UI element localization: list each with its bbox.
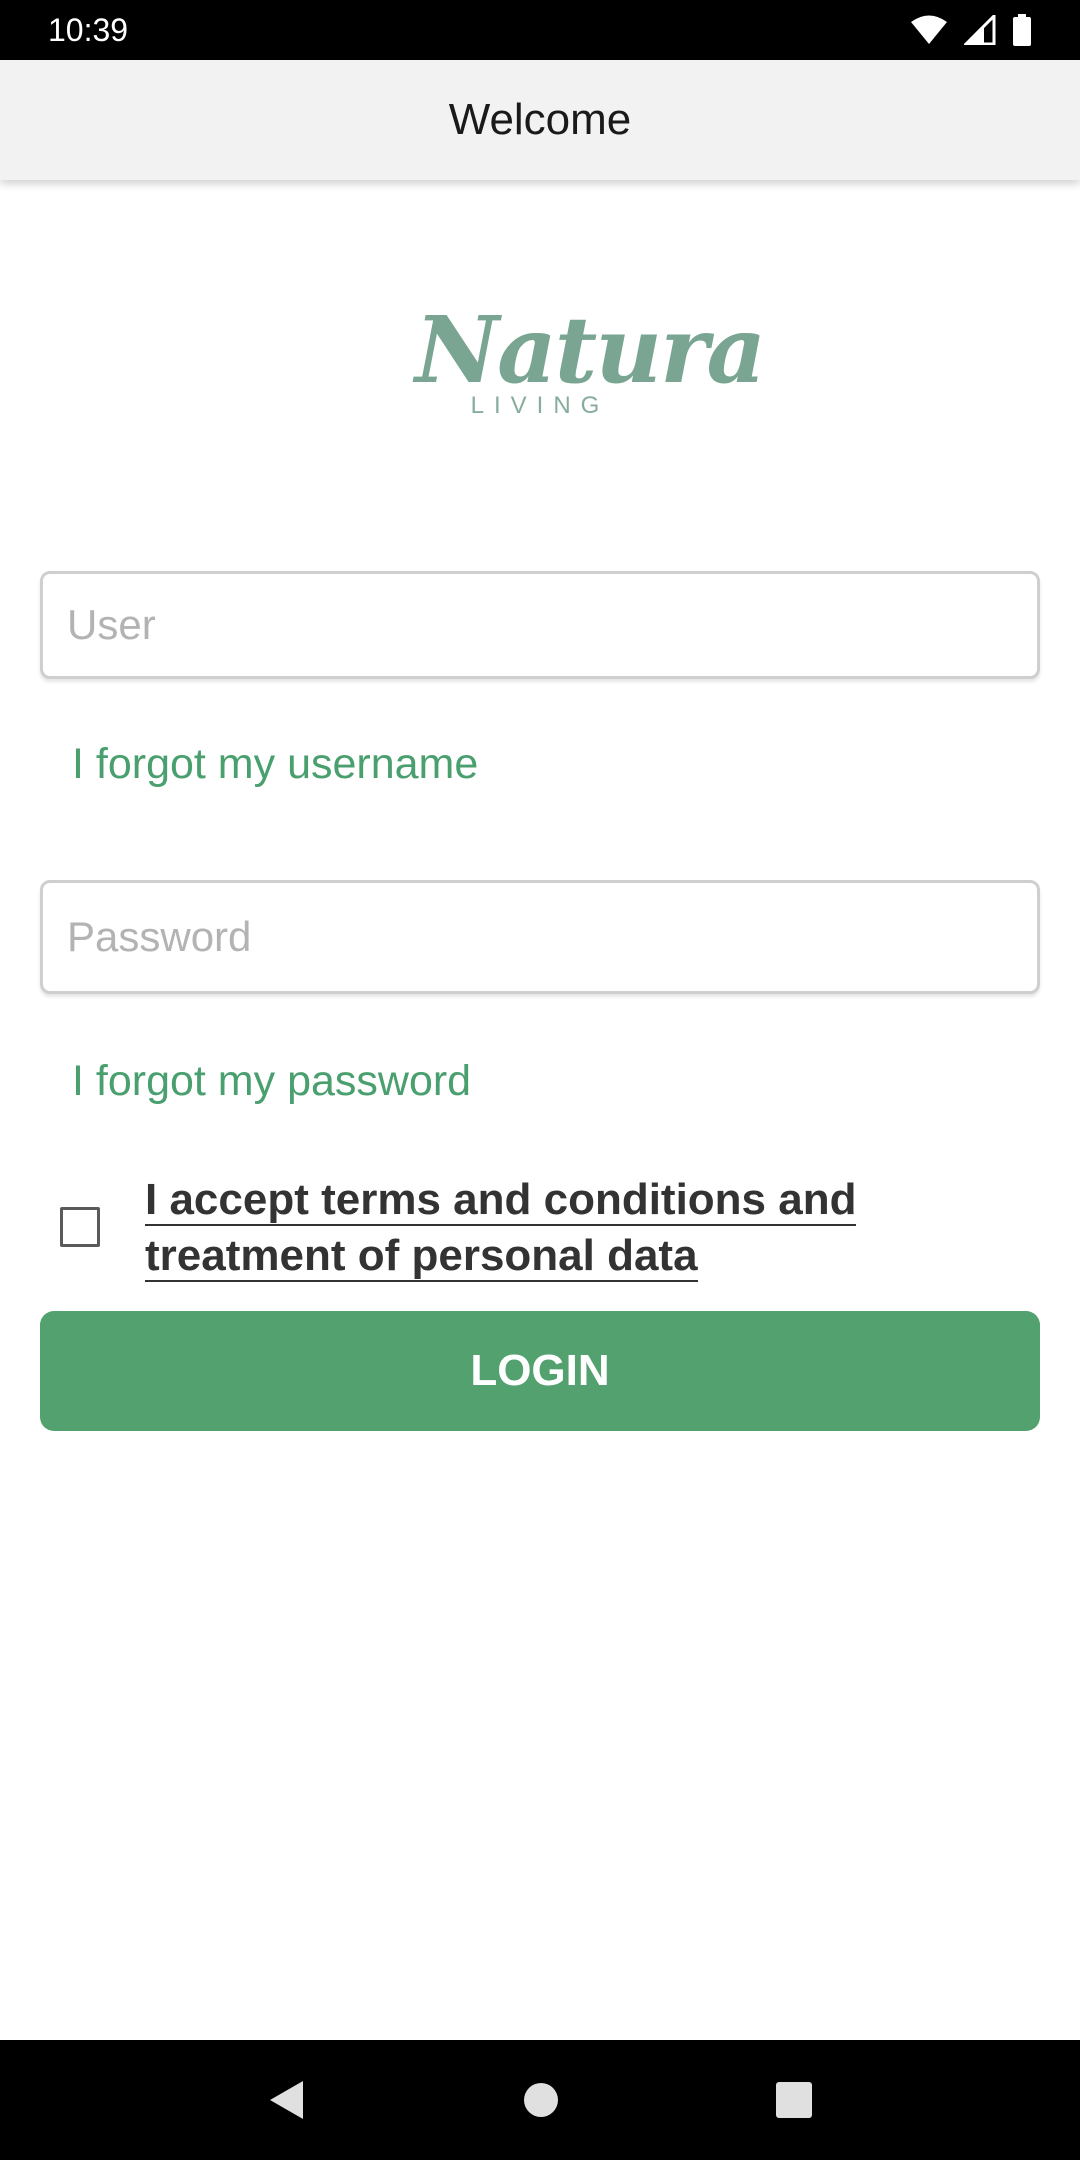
login-screen: 10:39 Welcome Natura LIVING User I forgo… [0,0,1080,2160]
brand-logo: Natura LIVING [415,296,766,440]
forgot-username-link[interactable]: I forgot my username [72,740,478,789]
wifi-icon [910,15,948,45]
login-button[interactable]: LOGIN [40,1311,1040,1431]
terms-link[interactable]: I accept terms and conditions and treatm… [145,1172,1045,1284]
battery-icon [1012,14,1032,46]
status-time: 10:39 [48,11,129,48]
terms-checkbox[interactable] [60,1207,100,1247]
signal-icon [964,15,996,45]
password-field[interactable] [40,880,1040,994]
status-icons [910,14,1032,46]
status-bar: 10:39 [0,0,1080,60]
password-input[interactable] [67,913,1013,961]
username-field[interactable] [40,571,1040,679]
logo-script-text: Natura [415,296,766,404]
recents-icon[interactable] [775,2081,813,2119]
terms-text[interactable]: I accept terms and conditions and treatm… [145,1175,857,1282]
back-icon[interactable] [267,2079,307,2121]
app-bar: Welcome [0,60,1080,180]
page-title: Welcome [448,95,632,144]
home-icon[interactable] [522,2081,560,2119]
navigation-bar [0,2040,1080,2160]
username-input[interactable] [67,601,1013,649]
forgot-password-link[interactable]: I forgot my password [72,1057,471,1106]
